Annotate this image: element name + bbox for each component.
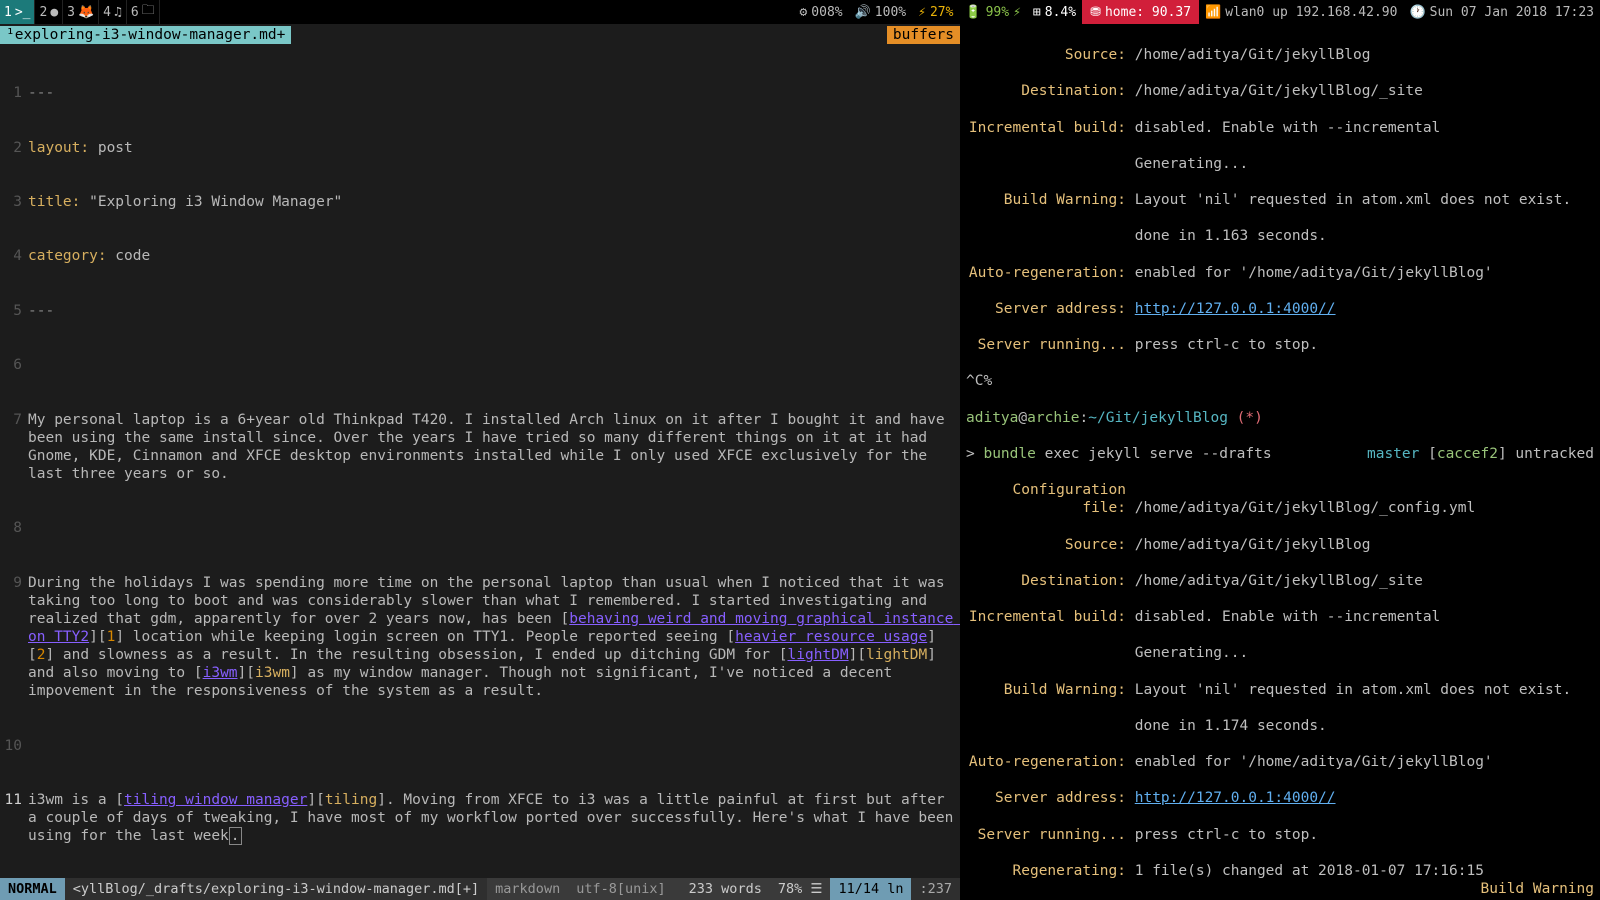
battery-icon: 🔋	[965, 5, 981, 20]
memory-indicator: ⊞8.4%	[1027, 0, 1082, 24]
encoding: utf-8[unix]	[568, 878, 673, 900]
link-resource-usage[interactable]: heavier resource usage	[735, 629, 927, 645]
workspace-1[interactable]: 1>_	[0, 0, 35, 24]
vim-status-line: NORMAL <yllBlog/_drafts/exploring-i3-win…	[0, 878, 960, 900]
i3-top-bar: 1>_ 2● 3🦊 4♫ 6🗀 ⚙008% 🔊100% ⚡27% 🔋99%⚡ ⊞…	[0, 0, 1600, 24]
workspace-2[interactable]: 2●	[35, 0, 63, 24]
bolt-icon: ⚡	[918, 5, 926, 20]
battery-indicator: 🔋99%⚡	[959, 0, 1027, 24]
volume-indicator: 🔊100%	[849, 0, 913, 24]
column-position: :237	[911, 878, 960, 900]
clock-icon: 🕐	[1409, 5, 1425, 20]
vim-mode: NORMAL	[0, 878, 65, 900]
chrome-icon: ●	[50, 5, 58, 20]
chip-icon: ⊞	[1033, 5, 1041, 20]
workspace-6[interactable]: 6🗀	[127, 0, 160, 24]
editor-content[interactable]: 1--- 2layout: post 3title: "Exploring i3…	[0, 46, 960, 878]
link-tiling-wm[interactable]: tiling window manager	[124, 792, 307, 808]
wifi-indicator: 📶wlan0 up 192.168.42.90	[1199, 0, 1403, 24]
buffers-badge[interactable]: buffers	[887, 26, 960, 44]
disk-home-indicator: ⛃home: 90.37	[1082, 0, 1199, 24]
terminal-icon: >_	[15, 5, 31, 20]
workspace-4[interactable]: 4♫	[99, 0, 127, 24]
link-i3wm[interactable]: i3wm	[203, 665, 238, 681]
workspace-3[interactable]: 3🦊	[63, 0, 99, 24]
files-icon: 🗀	[142, 1, 155, 23]
disk-icon: ⛃	[1090, 5, 1101, 20]
terminal-pane[interactable]: Source: /home/aditya/Git/jekyllBlog Dest…	[960, 24, 1600, 900]
server-address-link[interactable]: http://127.0.0.1:4000//	[1135, 301, 1336, 317]
clock: 🕐Sun 07 Jan 2018 17:23	[1403, 0, 1600, 24]
vim-editor-pane[interactable]: ¹exploring-i3-window-manager.md+ buffers…	[0, 24, 960, 900]
gear-icon: ⚙	[799, 5, 807, 20]
firefox-icon: 🦊	[78, 5, 94, 20]
main-split: ¹exploring-i3-window-manager.md+ buffers…	[0, 24, 1600, 900]
temperature-indicator: ⚡27%	[912, 0, 959, 24]
server-address-link-2[interactable]: http://127.0.0.1:4000//	[1135, 790, 1336, 806]
volume-icon: 🔊	[855, 5, 871, 20]
word-count: 233 words	[681, 878, 770, 900]
workspace-list: 1>_ 2● 3🦊 4♫ 6🗀	[0, 0, 160, 24]
wifi-icon: 📶	[1205, 5, 1221, 20]
music-icon: ♫	[114, 5, 122, 20]
filetype: markdown	[487, 878, 568, 900]
cpu-load-indicator: ⚙008%	[793, 0, 848, 24]
file-path: <yllBlog/_drafts/exploring-i3-window-man…	[65, 878, 487, 900]
scroll-percent: 78% ☰	[770, 878, 831, 900]
buffer-tab-bar: ¹exploring-i3-window-manager.md+ buffers	[0, 24, 960, 46]
line-position: 11/14 ln	[830, 878, 911, 900]
plug-icon: ⚡	[1013, 5, 1021, 20]
link-lightdm[interactable]: lightDM	[788, 647, 849, 663]
status-bar: ⚙008% 🔊100% ⚡27% 🔋99%⚡ ⊞8.4% ⛃home: 90.3…	[793, 0, 1600, 24]
buffer-tab[interactable]: ¹exploring-i3-window-manager.md+	[0, 26, 291, 44]
